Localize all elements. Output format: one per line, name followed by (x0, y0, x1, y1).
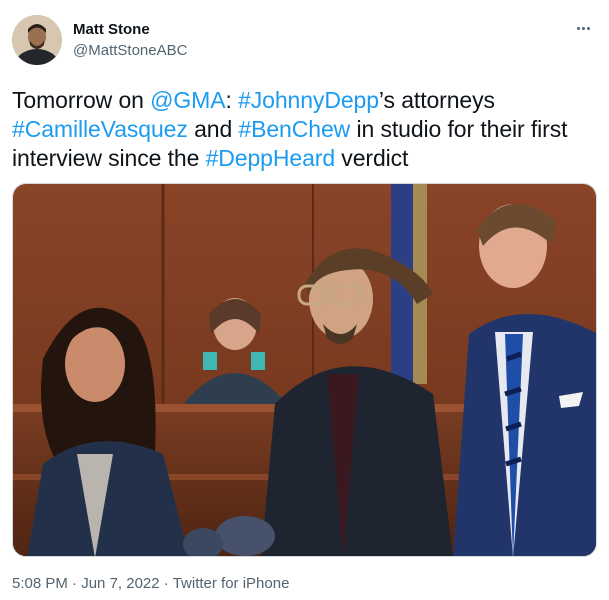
meta-separator: · (67, 575, 82, 592)
meta-separator: · (159, 575, 173, 592)
tweet-time[interactable]: 5:08 PM (12, 575, 68, 592)
more-dot (581, 26, 585, 30)
tweet-text: Tomorrow on @GMA: #JohnnyDepp’s attorney… (12, 86, 597, 173)
mention-link[interactable]: @GMA (150, 87, 225, 113)
more-dot (586, 26, 590, 30)
tweet-source[interactable]: Twitter for iPhone (173, 575, 290, 592)
text-segment: verdict (335, 145, 409, 171)
text-segment: ’s attorneys (378, 87, 495, 113)
hashtag-link[interactable]: #CamilleVasquez (12, 116, 188, 142)
tweet-photo[interactable] (12, 183, 597, 557)
text-segment: Tomorrow on (12, 87, 151, 113)
text-segment: : (225, 87, 239, 113)
more-options-button[interactable] (571, 16, 595, 40)
tweet-date[interactable]: Jun 7, 2022 (81, 575, 159, 592)
more-horizontal-icon (576, 26, 580, 30)
author-handle[interactable]: @MattStoneABC (73, 42, 187, 59)
author-display-name[interactable]: Matt Stone (73, 21, 150, 38)
hashtag-link[interactable]: #DeppHeard (206, 145, 336, 171)
avatar[interactable] (12, 15, 62, 65)
text-segment: and (187, 116, 239, 142)
tweet-meta: 5:08 PM · Jun 7, 2022 · Twitter for iPho… (12, 575, 289, 592)
hashtag-link[interactable]: #BenChew (238, 116, 350, 142)
avatar-image (12, 15, 62, 65)
hashtag-link[interactable]: #JohnnyDepp (238, 87, 379, 113)
courtroom-photo (13, 184, 596, 556)
